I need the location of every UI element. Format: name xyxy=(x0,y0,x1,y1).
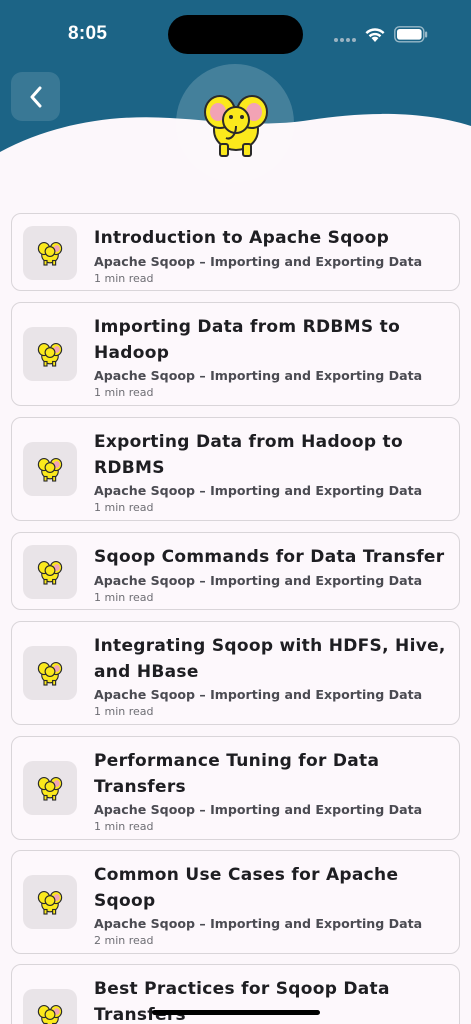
yellow-elephant-icon xyxy=(37,342,63,367)
lesson-title: Introduction to Apache Sqoop xyxy=(94,228,390,248)
yellow-elephant-icon xyxy=(37,241,63,266)
lesson-card[interactable]: Exporting Data from Hadoop to RDBMS Apac… xyxy=(11,417,460,521)
yellow-elephant-icon xyxy=(37,457,63,482)
wifi-icon xyxy=(365,28,385,42)
yellow-elephant-icon xyxy=(37,1004,63,1024)
lesson-card[interactable]: Integrating Sqoop with HDFS, Hive, and H… xyxy=(11,621,460,725)
lesson-subtitle: Apache Sqoop – Importing and Exporting D… xyxy=(94,687,423,702)
status-time: 8:05 xyxy=(68,23,108,44)
yellow-elephant-icon xyxy=(37,661,63,686)
dynamic-island xyxy=(168,15,303,54)
lesson-read-time: 1 min read xyxy=(94,705,154,718)
lesson-thumbnail xyxy=(23,545,77,599)
lesson-read-time: 1 min read xyxy=(94,386,154,399)
lesson-title: Integrating Sqoop with HDFS, Hive, and H… xyxy=(94,636,446,682)
back-button[interactable] xyxy=(11,72,60,121)
lesson-thumbnail xyxy=(23,442,77,496)
lesson-read-time: 2 min read xyxy=(94,934,154,947)
lesson-subtitle: Apache Sqoop – Importing and Exporting D… xyxy=(94,253,423,269)
lesson-subtitle: Apache Sqoop – Importing and Exporting D… xyxy=(94,802,423,817)
lesson-subtitle: Apache Sqoop – Importing and Exporting D… xyxy=(94,916,423,931)
lesson-title: Importing Data from RDBMS to Hadoop xyxy=(94,317,401,363)
lesson-thumbnail xyxy=(23,989,77,1024)
lesson-thumbnail xyxy=(23,327,77,381)
yellow-elephant-icon xyxy=(204,95,268,157)
lesson-title: Exporting Data from Hadoop to RDBMS xyxy=(94,432,403,478)
lesson-title: Common Use Cases for Apache Sqoop xyxy=(94,865,399,911)
lesson-card[interactable]: Common Use Cases for Apache Sqoop Apache… xyxy=(11,850,460,954)
yellow-elephant-icon xyxy=(37,776,63,801)
lesson-title: Sqoop Commands for Data Transfer xyxy=(94,547,445,567)
lesson-card[interactable]: Sqoop Commands for Data Transfer Apache … xyxy=(11,532,460,610)
lesson-title: Best Practices for Sqoop Data Transfers xyxy=(94,979,390,1024)
lesson-read-time: 1 min read xyxy=(94,501,154,514)
battery-icon xyxy=(394,26,428,43)
yellow-elephant-icon xyxy=(37,890,63,915)
home-indicator xyxy=(152,1010,320,1015)
lesson-thumbnail xyxy=(23,646,77,700)
lesson-subtitle: Apache Sqoop – Importing and Exporting D… xyxy=(94,572,423,588)
lesson-thumbnail xyxy=(23,761,77,815)
lesson-subtitle: Apache Sqoop – Importing and Exporting D… xyxy=(94,368,423,383)
lesson-thumbnail xyxy=(23,875,77,929)
lesson-title: Performance Tuning for Data Transfers xyxy=(94,751,380,797)
chevron-left-icon xyxy=(30,86,41,107)
lesson-card[interactable]: Best Practices for Sqoop Data Transfers xyxy=(11,964,460,1024)
lesson-subtitle: Apache Sqoop – Importing and Exporting D… xyxy=(94,483,423,498)
yellow-elephant-icon xyxy=(37,560,63,585)
lesson-thumbnail xyxy=(23,226,77,280)
lesson-read-time: 1 min read xyxy=(94,820,154,833)
lesson-card[interactable]: Performance Tuning for Data Transfers Ap… xyxy=(11,736,460,840)
cellular-signal-icon xyxy=(334,38,356,42)
lesson-read-time: 1 min read xyxy=(94,271,154,285)
lesson-card[interactable]: Introduction to Apache Sqoop Apache Sqoo… xyxy=(11,213,460,291)
lesson-card[interactable]: Importing Data from RDBMS to Hadoop Apac… xyxy=(11,302,460,406)
lesson-read-time: 1 min read xyxy=(94,590,154,604)
